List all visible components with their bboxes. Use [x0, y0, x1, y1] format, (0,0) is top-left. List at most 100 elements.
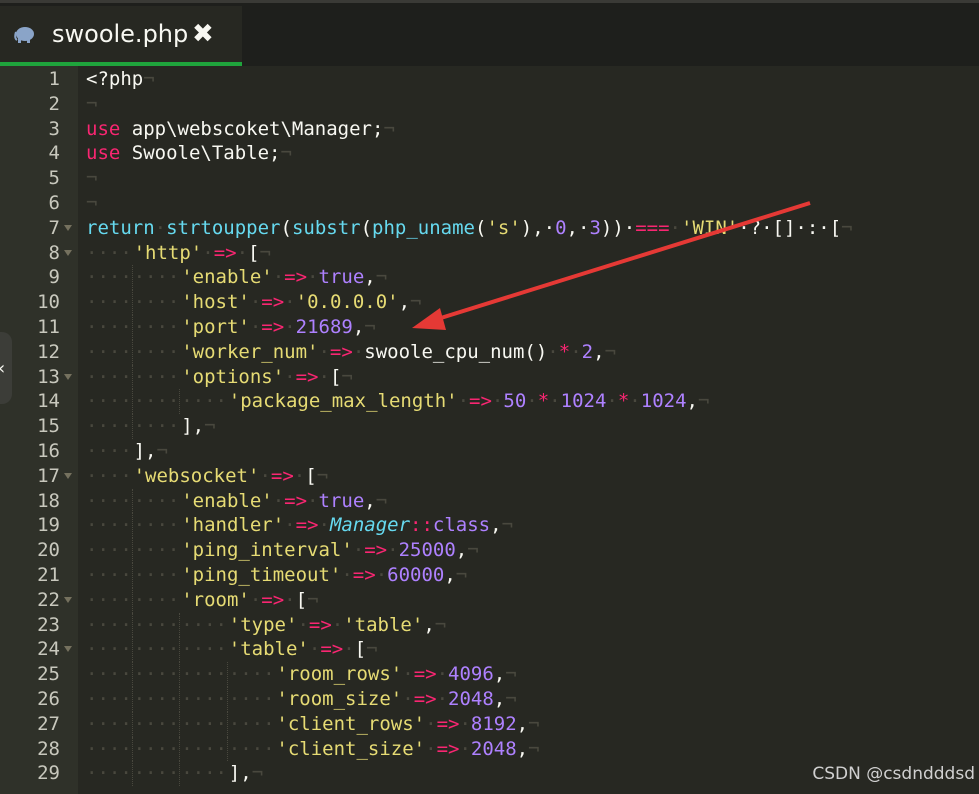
code-token: ¬ — [156, 440, 168, 462]
whitespace-marker: ···· — [86, 539, 132, 562]
code-token: [ — [329, 365, 342, 388]
code-token: · — [570, 340, 582, 363]
code-text: 'ping_timeout'·=>·60000,¬ — [181, 563, 467, 588]
side-panel-toggle[interactable]: ‹ — [0, 332, 12, 404]
code-text: 'handler'·=>·Manager::class,¬ — [181, 513, 513, 538]
code-token: => — [436, 737, 460, 760]
code-token: ¬ — [841, 216, 853, 239]
code-token: Manager — [329, 514, 411, 537]
code-editor[interactable]: 1 <?php¬ 2 ¬ 3 use app\webscoket\Manager;¬ 4 us… — [0, 66, 979, 794]
code-token: · — [341, 564, 353, 586]
code-token: => — [295, 365, 319, 388]
indent-guide — [131, 364, 133, 390]
code-token: ¬ — [375, 489, 388, 512]
indent-guide — [179, 761, 181, 787]
line-number: 5 — [48, 167, 60, 190]
code-token: · — [491, 390, 504, 413]
indent-guide — [131, 736, 133, 762]
whitespace-marker: ···· — [86, 588, 132, 611]
code-line: 2 ¬ — [0, 92, 979, 117]
code-token: · — [549, 390, 561, 413]
code-token: ¬ — [86, 167, 98, 190]
line-number: 10 — [37, 291, 60, 314]
code-token: => — [261, 588, 285, 611]
whitespace-marker: ···· — [181, 638, 227, 661]
code-token: 1024 — [640, 390, 687, 413]
code-token: php_uname — [372, 216, 475, 239]
code-token: === — [635, 216, 670, 239]
fold-arrow-icon[interactable] — [64, 373, 72, 380]
code-token: · — [308, 638, 321, 661]
fold-arrow-icon[interactable] — [64, 646, 72, 653]
code-token: 'room_size' — [276, 688, 403, 710]
code-token: · — [457, 390, 470, 413]
code-token: 'table' — [343, 613, 424, 636]
code-token: 'enable' — [181, 489, 273, 512]
code-token: => — [352, 564, 376, 586]
code-token: ( — [280, 216, 292, 239]
code-token: => — [413, 663, 437, 686]
code-token: , — [352, 316, 365, 338]
indent-guide — [179, 736, 181, 762]
whitespace-marker: ···· — [86, 663, 132, 686]
code-token: true — [318, 489, 365, 512]
fold-arrow-icon[interactable] — [64, 596, 72, 603]
code-text: 'room_size'·=>·2048,¬ — [276, 687, 516, 712]
line-number: 7 — [48, 216, 60, 239]
code-text: 'type'·=>·'table',¬ — [229, 613, 446, 638]
whitespace-marker: ···· — [133, 564, 180, 586]
code-token: [ — [295, 588, 308, 611]
code-token: => — [364, 539, 388, 562]
code-text: 'client_rows'·=>·8192,¬ — [276, 712, 539, 737]
whitespace-marker: ···· — [133, 390, 180, 413]
line-number: 16 — [37, 440, 60, 462]
line-number: 20 — [37, 539, 60, 562]
whitespace-marker: ···· — [133, 415, 180, 438]
code-token: ¬ — [307, 588, 319, 611]
code-token: ( — [360, 216, 373, 239]
tab-swoole-php[interactable]: swoole.php ✖ — [0, 6, 242, 66]
tab-bar: swoole.php ✖ — [0, 0, 979, 66]
code-token: , — [516, 737, 529, 760]
code-token: * — [617, 390, 630, 413]
whitespace-marker: ···· — [86, 613, 132, 636]
code-line: 23 ···· ···· ····'type'·=>·'table',¬ — [0, 612, 979, 638]
code-token: 'WIN' — [681, 216, 739, 239]
close-icon[interactable]: ✖ — [192, 19, 214, 49]
code-token: ¬ — [86, 92, 98, 115]
whitespace-marker: ···· — [86, 241, 132, 264]
whitespace-marker: ···· — [133, 638, 180, 661]
code-token: * — [537, 390, 550, 413]
code-token: · — [436, 688, 449, 710]
code-token: ¬ — [204, 415, 216, 438]
whitespace-marker: ···· — [86, 638, 132, 661]
code-token: · — [352, 539, 365, 562]
code-token: · — [606, 390, 618, 413]
code-token: ¬ — [505, 663, 517, 686]
indent-guide — [131, 761, 133, 787]
fold-arrow-icon[interactable] — [64, 472, 72, 479]
code-token: => — [295, 514, 319, 537]
code-line: 26 ···· ···· ···· ····'room_size'·=>·2048,¬ — [0, 687, 979, 712]
code-token: · — [669, 216, 681, 239]
code-text: use app\webscoket\Manager;¬ — [86, 117, 395, 142]
line-number: 28 — [37, 737, 60, 760]
whitespace-marker: ···· — [86, 340, 132, 363]
code-text: ],¬ — [229, 761, 263, 786]
whitespace-marker: ···· — [228, 737, 275, 760]
whitespace-marker: ···· — [86, 564, 132, 586]
fold-arrow-icon[interactable] — [64, 249, 72, 256]
whitespace-marker: ···· — [228, 663, 275, 686]
code-token: , — [398, 291, 411, 314]
fold-arrow-icon[interactable] — [64, 224, 72, 231]
indent-guide — [131, 414, 133, 439]
code-token: [ — [354, 638, 367, 661]
php-elephant-icon — [14, 27, 34, 43]
code-token: ¬ — [375, 266, 388, 289]
code-line: 12 ···· ····'worker_num'·=>·swoole_cpu_num… — [0, 339, 979, 365]
code-token: 'http' — [133, 241, 203, 264]
whitespace-marker: ···· — [181, 712, 227, 735]
code-token: ¬ — [143, 68, 155, 90]
code-token: , — [364, 266, 376, 289]
code-text: <?php¬ — [86, 67, 155, 92]
